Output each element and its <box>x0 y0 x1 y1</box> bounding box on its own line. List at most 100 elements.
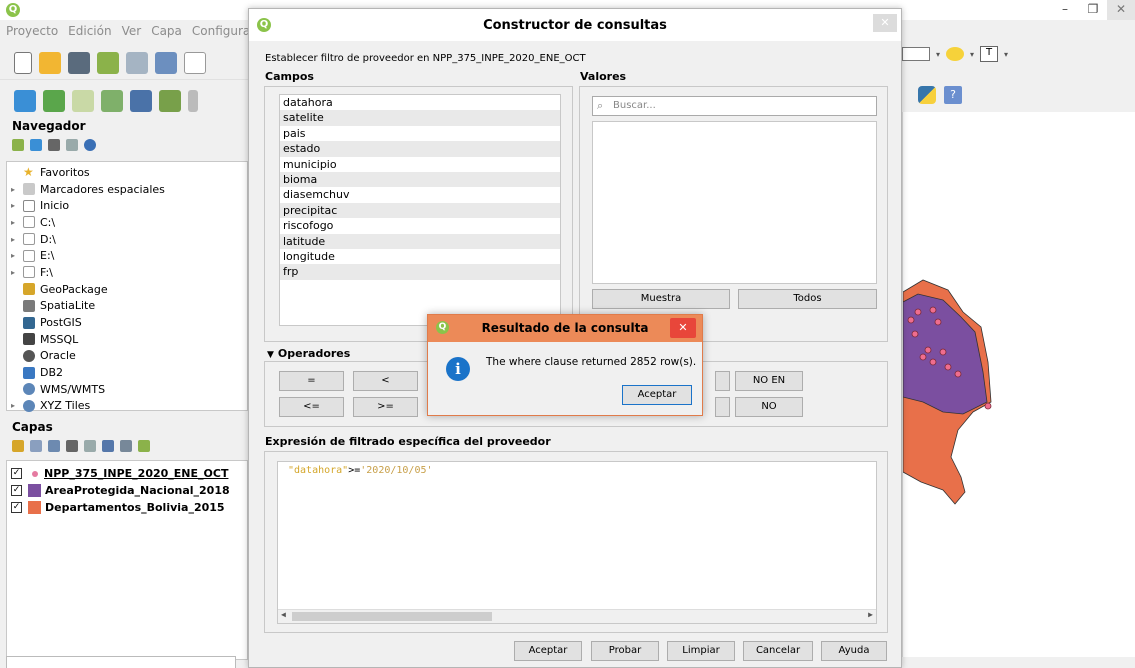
collapse-icon[interactable] <box>66 139 78 151</box>
layer-item-areaprotegida[interactable]: ✓ AreaProtegida_Nacional_2018 <box>7 482 247 499</box>
field-item[interactable]: pais <box>280 126 560 141</box>
sample-button[interactable]: Muestra <box>592 289 730 309</box>
nav-item-c[interactable]: ▸ C:\ <box>7 214 247 231</box>
menu-ver[interactable]: Ver <box>122 24 142 38</box>
map-canvas[interactable] <box>902 112 1135 657</box>
minimize-icon[interactable]: – <box>1051 0 1079 20</box>
operators-label[interactable]: ▼ Operadores <box>267 347 350 360</box>
nav-item-oracle[interactable]: Oracle <box>7 348 247 365</box>
op-less-equal-button[interactable]: <= <box>279 397 344 417</box>
edit-icon[interactable] <box>188 89 198 112</box>
layer-item-npp[interactable]: ✓ NPP_375_INPE_2020_ENE_OCT <box>7 465 247 482</box>
nav-item-spatialite[interactable]: SpatiaLite <box>7 298 247 315</box>
field-item[interactable]: municipio <box>280 157 560 172</box>
field-item[interactable]: datahora <box>280 95 560 110</box>
layout-manager-icon[interactable] <box>126 51 148 74</box>
text-annotation-icon[interactable]: T <box>980 46 999 62</box>
field-item[interactable]: satelite <box>280 110 560 126</box>
nav-item-postgis[interactable]: PostGIS <box>7 314 247 331</box>
field-item[interactable]: latitude <box>280 233 560 249</box>
clear-button[interactable]: Limpiar <box>667 641 735 661</box>
scroll-left-icon[interactable]: ◀ <box>281 610 286 619</box>
add-layer-icon[interactable] <box>14 89 36 112</box>
field-item[interactable]: bioma <box>280 171 560 188</box>
op-less-button[interactable]: < <box>353 371 418 391</box>
nav-item-e[interactable]: ▸ E:\ <box>7 247 247 264</box>
remove-layer-icon[interactable] <box>138 440 150 452</box>
dropdown-icon-2[interactable]: ▾ <box>970 50 974 59</box>
pan-hand-icon[interactable] <box>184 51 206 74</box>
field-item[interactable]: riscofogo <box>280 218 560 233</box>
op-hidden-button[interactable] <box>715 371 730 391</box>
nav-item-geopackage[interactable]: GeoPackage <box>7 281 247 298</box>
field-item[interactable]: precipitac <box>280 202 560 219</box>
nav-item-d[interactable]: ▸ D:\ <box>7 231 247 248</box>
dropdown-icon[interactable]: ▾ <box>936 50 940 59</box>
collapse-all-icon[interactable] <box>120 440 132 452</box>
menu-edicion[interactable]: Edición <box>68 24 111 38</box>
dropdown-icon-3[interactable]: ▾ <box>1004 50 1008 59</box>
print-layout-icon[interactable] <box>97 51 119 74</box>
expand-all-icon[interactable] <box>102 440 114 452</box>
layer-checkbox[interactable]: ✓ <box>11 502 22 513</box>
close-icon[interactable]: ✕ <box>670 318 696 338</box>
filter-legend-icon[interactable] <box>66 440 78 452</box>
op-hidden-button[interactable] <box>715 397 730 417</box>
op-equal-button[interactable]: = <box>279 371 344 391</box>
search-input[interactable]: Buscar... <box>592 96 877 116</box>
test-button[interactable]: Probar <box>591 641 659 661</box>
nav-item-marcadores[interactable]: ▸ Marcadores espaciales <box>7 181 247 198</box>
field-item[interactable]: frp <box>280 264 560 280</box>
add-wms-icon[interactable] <box>130 89 152 112</box>
help-icon[interactable]: ? <box>944 86 962 104</box>
open-project-icon[interactable] <box>39 51 61 74</box>
field-item[interactable]: diasemchuv <box>280 187 560 202</box>
menu-proyecto[interactable]: Proyecto <box>6 24 58 38</box>
values-list[interactable] <box>592 121 877 284</box>
nav-item-f[interactable]: ▸ F:\ <box>7 264 247 281</box>
locator-bar[interactable] <box>6 656 236 668</box>
add-group-icon[interactable] <box>30 440 42 452</box>
field-item[interactable]: estado <box>280 141 560 157</box>
op-not-button[interactable]: NO <box>735 397 803 417</box>
horizontal-scrollbar[interactable]: ◀ ▶ <box>278 609 876 623</box>
nav-item-inicio[interactable]: ▸ Inicio <box>7 197 247 214</box>
style-manager-icon[interactable] <box>155 51 177 74</box>
field-item[interactable]: longitude <box>280 249 560 264</box>
layer-checkbox[interactable]: ✓ <box>11 468 22 479</box>
filter-expression-icon[interactable] <box>84 440 96 452</box>
scale-bar-icon[interactable] <box>902 47 930 61</box>
help-button[interactable]: Ayuda <box>821 641 887 661</box>
data-source-manager-icon[interactable] <box>43 89 65 112</box>
save-project-icon[interactable] <box>68 51 90 74</box>
info-icon[interactable] <box>84 139 96 151</box>
expression-editor[interactable]: "datahora">='2020/10/05' ◀ ▶ <box>277 461 877 624</box>
add-selected-icon[interactable] <box>12 139 24 151</box>
accept-button[interactable]: Aceptar <box>514 641 582 661</box>
style-icon[interactable] <box>12 440 24 452</box>
menu-capa[interactable]: Capa <box>151 24 182 38</box>
new-project-icon[interactable] <box>14 51 32 74</box>
all-button[interactable]: Todos <box>738 289 877 309</box>
python-console-icon[interactable] <box>918 86 936 104</box>
close-icon[interactable]: ✕ <box>873 14 897 32</box>
nav-item-db2[interactable]: DB2 <box>7 364 247 381</box>
add-vector-icon[interactable] <box>72 89 94 112</box>
ok-button[interactable]: Aceptar <box>622 385 692 405</box>
layer-checkbox[interactable]: ✓ <box>11 485 22 496</box>
fields-list[interactable]: datahora satelite pais estado municipio … <box>279 94 561 326</box>
op-greater-equal-button[interactable]: >= <box>353 397 418 417</box>
filter-icon[interactable] <box>48 139 60 151</box>
nav-item-xyz[interactable]: ▸ XYZ Tiles <box>7 398 247 415</box>
vertex-tool-icon[interactable] <box>159 89 181 112</box>
op-not-in-button[interactable]: NO EN <box>735 371 803 391</box>
annotation-icon[interactable] <box>946 47 965 61</box>
digitize-icon[interactable] <box>101 89 123 112</box>
scroll-right-icon[interactable]: ▶ <box>868 610 873 619</box>
cancel-button[interactable]: Cancelar <box>743 641 813 661</box>
refresh-icon[interactable] <box>30 139 42 151</box>
nav-item-wms[interactable]: WMS/WMTS <box>7 381 247 398</box>
manage-themes-icon[interactable] <box>48 440 60 452</box>
maximize-icon[interactable]: ❐ <box>1079 0 1107 20</box>
nav-item-favoritos[interactable]: ★ Favoritos <box>7 164 247 181</box>
